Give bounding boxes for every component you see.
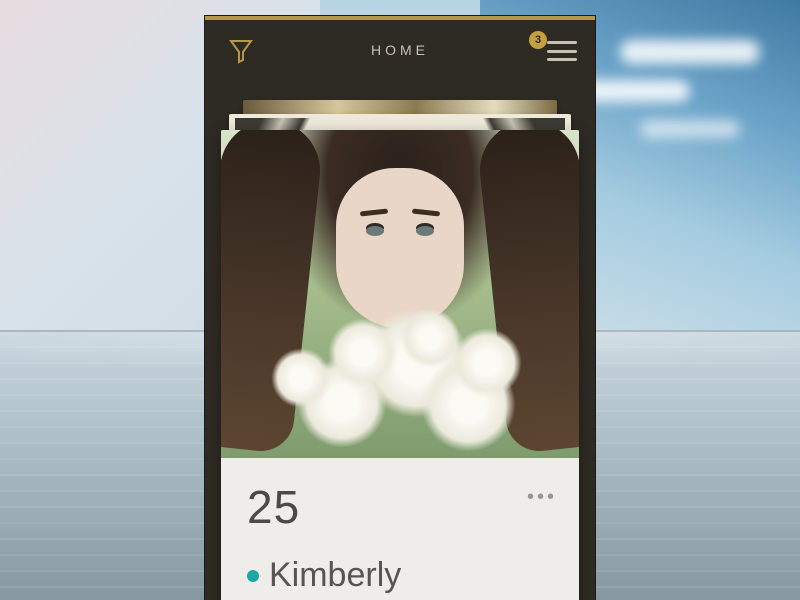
card-stack: 25 ••• Kimberly — [221, 100, 579, 580]
hamburger-icon — [547, 41, 577, 61]
profile-age: 25 — [247, 480, 553, 534]
profile-card[interactable]: 25 ••• Kimberly — [221, 130, 579, 600]
notification-badge: 3 — [529, 31, 547, 49]
page-title: HOME — [371, 42, 429, 58]
profile-name: Kimberly — [269, 556, 401, 595]
top-nav: HOME 3 — [205, 20, 595, 82]
profile-info: 25 ••• Kimberly — [221, 458, 579, 600]
filter-icon[interactable] — [223, 33, 259, 69]
phone-frame: HOME 3 — [205, 16, 595, 600]
profile-photo — [221, 130, 579, 458]
more-options-button[interactable]: ••• — [527, 486, 557, 509]
menu-button[interactable]: 3 — [533, 33, 577, 69]
status-dot-icon — [247, 570, 259, 582]
